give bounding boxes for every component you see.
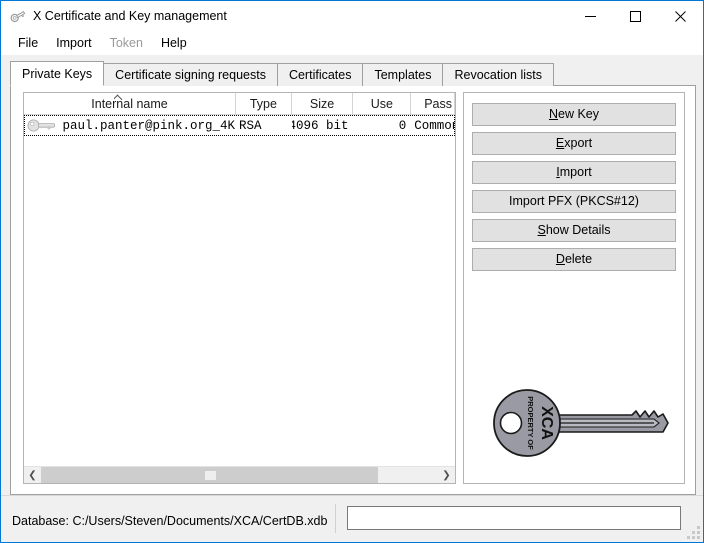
status-bar: Database: C:/Users/Steven/Documents/XCA/… <box>1 495 703 542</box>
table-header-row: Internal name Type Size Use Pass <box>24 93 455 115</box>
tab-certificates[interactable]: Certificates <box>277 63 364 86</box>
tab-templates[interactable]: Templates <box>362 63 443 86</box>
resize-grip-icon[interactable] <box>687 526 700 539</box>
new-key-button[interactable]: New Key <box>472 103 676 126</box>
tab-strip: Private Keys Certificate signing request… <box>10 62 553 86</box>
app-key-icon <box>9 7 27 25</box>
sort-ascending-icon <box>114 93 123 101</box>
window-controls <box>568 1 703 31</box>
minimize-button[interactable] <box>568 1 613 31</box>
tab-revocation-lists[interactable]: Revocation lists <box>442 63 554 86</box>
cell-type: RSA <box>236 115 292 136</box>
scrollbar-thumb[interactable] <box>41 467 378 483</box>
delete-button[interactable]: Delete <box>472 248 676 271</box>
table-body: paul.panter@pink.org_4K RSA 4096 bit 0 C… <box>24 115 455 136</box>
menu-token: Token <box>101 33 152 53</box>
database-path-label: Database: C:/Users/Steven/Documents/XCA/… <box>12 514 327 528</box>
title-bar: X Certificate and Key management <box>1 1 703 31</box>
table-row[interactable]: paul.panter@pink.org_4K RSA 4096 bit 0 C… <box>24 115 455 136</box>
scrollbar-track[interactable] <box>41 467 438 483</box>
show-details-button[interactable]: Show Details <box>472 219 676 242</box>
tab-page-private-keys: Internal name Type Size Use Pass <box>10 85 696 495</box>
row-key-icon <box>27 119 57 132</box>
column-header-type[interactable]: Type <box>236 93 292 114</box>
menu-bar: File Import Token Help <box>1 31 703 55</box>
export-button[interactable]: Export <box>472 132 676 155</box>
close-icon <box>675 11 686 22</box>
action-button-stack: New Key Export Import Import PFX (PKCS#1… <box>472 103 676 277</box>
xca-key-artwork: PROPERTY OF XCA <box>482 373 672 473</box>
column-header-use[interactable]: Use <box>353 93 411 114</box>
column-header-label: Internal name <box>91 97 167 111</box>
cell-internal-name-text: paul.panter@pink.org_4K <box>62 119 235 133</box>
key-text-property-of: PROPERTY OF <box>526 396 535 450</box>
maximize-icon <box>630 11 641 22</box>
column-header-size[interactable]: Size <box>292 93 354 114</box>
cell-pass: Common <box>411 115 455 136</box>
status-search-field[interactable] <box>347 506 681 530</box>
close-button[interactable] <box>658 1 703 31</box>
cell-internal-name: paul.panter@pink.org_4K <box>24 115 236 136</box>
minimize-icon <box>585 11 596 22</box>
column-header-pass[interactable]: Pass <box>411 93 455 114</box>
menu-help[interactable]: Help <box>152 33 196 53</box>
column-header-internal-name[interactable]: Internal name <box>24 93 236 114</box>
status-search-input[interactable] <box>348 507 680 529</box>
actions-panel: New Key Export Import Import PFX (PKCS#1… <box>463 92 685 484</box>
menu-file[interactable]: File <box>9 33 47 53</box>
tab-private-keys[interactable]: Private Keys <box>10 61 104 86</box>
tab-certificate-signing-requests[interactable]: Certificate signing requests <box>103 63 278 86</box>
menu-import[interactable]: Import <box>47 33 100 53</box>
private-keys-table[interactable]: Internal name Type Size Use Pass <box>23 92 456 484</box>
cell-size: 4096 bit <box>292 115 354 136</box>
scroll-right-arrow-icon[interactable]: ❯ <box>438 467 455 483</box>
scroll-left-arrow-icon[interactable]: ❮ <box>24 467 41 483</box>
cell-use: 0 <box>353 115 411 136</box>
app-window: X Certificate and Key management Fil <box>0 0 704 543</box>
maximize-button[interactable] <box>613 1 658 31</box>
import-button[interactable]: Import <box>472 161 676 184</box>
horizontal-scrollbar[interactable]: ❮ ❯ <box>24 466 455 483</box>
import-pfx-button[interactable]: Import PFX (PKCS#12) <box>472 190 676 213</box>
status-separator <box>335 504 336 533</box>
window-title: X Certificate and Key management <box>33 9 227 23</box>
key-text-xca: XCA <box>538 406 555 440</box>
